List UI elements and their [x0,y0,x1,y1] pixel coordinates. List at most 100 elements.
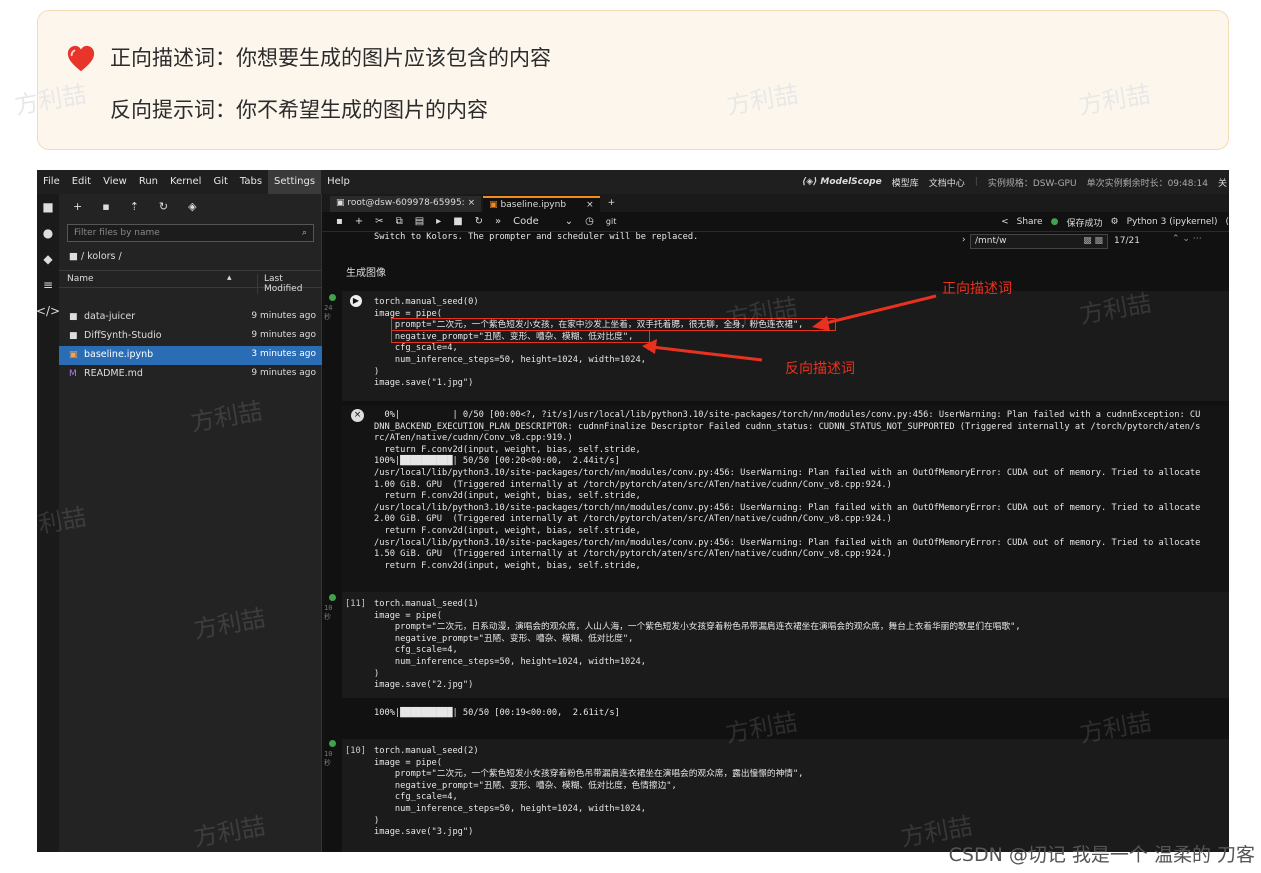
fast-forward-icon[interactable]: » [495,216,501,227]
file-name: baseline.ipynb [84,349,154,360]
execution-count: [10] [345,746,366,756]
output-area-1: × 0%| | 0/50 [00:00<?, ?it/s]/usr/local/… [342,406,1229,598]
add-cell-icon[interactable]: + [355,216,363,227]
refresh-icon[interactable]: ↻ [159,200,168,213]
find-bar: › /mnt/w ▩ ▩ 17/21 ⌃ ⌄ ⋯ [962,234,1214,251]
tab-terminal[interactable]: ▣ root@dsw-609978-65995: × [330,196,482,212]
saved-check-icon: ● [1050,217,1059,227]
folder-icon: ■ [69,312,78,322]
modelscope-icon: ⟨◈⟩ [802,177,818,187]
regex-icon[interactable]: ▩ ▩ [1083,235,1103,248]
menu-view[interactable]: View [97,170,133,194]
menu-run[interactable]: Run [133,170,164,194]
tip-line-negative: 反向提示词：你不希望生成的图片的内容 [110,98,488,122]
copy-icon[interactable]: ⧉ [396,216,403,227]
instance-spec: 实例规格：DSW-GPU [987,178,1077,189]
git-label[interactable]: git [606,217,616,226]
file-row-readme[interactable]: M README.md 9 minutes ago [59,365,322,384]
sort-arrow-icon: ▴ [227,273,232,283]
tab-label: root@dsw-609978-65995: [347,198,465,208]
find-nav[interactable]: ⌃ ⌄ ⋯ [1172,234,1202,244]
execution-count: [11] [345,599,366,609]
breadcrumb[interactable]: ■ / kolors / [69,251,122,262]
stop-icon[interactable]: ■ [453,216,462,227]
filter-placeholder: Filter files by name [74,228,160,238]
run-cell-icon[interactable]: ▶ [350,295,362,307]
restart-icon[interactable]: ↻ [475,216,483,227]
git-icon[interactable]: ◆ [37,246,59,272]
cell-output: 0%| | 0/50 [00:00<?, ?it/s]/usr/local/li… [374,410,1201,571]
code-cell-3[interactable]: [10] torch.manual_seed(2) image = pipe( … [342,739,1229,852]
cell-timer: 10 秒 [324,604,333,621]
heart-icon [67,45,95,72]
menu-settings[interactable]: Settings [268,170,322,194]
clear-output-icon[interactable]: × [351,409,364,422]
column-last-modified[interactable]: Last Modified [257,274,322,294]
file-filter-input[interactable]: Filter files by name ⌕ [67,224,314,242]
modelscope-logo[interactable]: ⟨◈⟩ ModelScope [802,177,882,187]
menu-edit[interactable]: Edit [66,170,97,194]
running-icon[interactable]: ● [37,220,59,246]
file-row-diffsynth[interactable]: ■ DiffSynth-Studio 9 minutes ago [59,327,322,346]
brand-label: ModelScope [820,177,882,187]
run-icon[interactable]: ▸ [436,216,441,227]
kernel-name[interactable]: Python 3 (ipykernel) [1127,217,1218,227]
find-input[interactable]: /mnt/w ▩ ▩ [970,234,1108,249]
new-launcher-icon[interactable]: + [73,200,82,213]
code-cell-2[interactable]: [11] torch.manual_seed(1) image = pipe( … [342,592,1229,698]
success-icon [329,294,336,301]
close-icon[interactable]: × [468,198,476,208]
file-toolbar: + ▪ ⇡ ↻ ◈ [59,194,321,218]
file-browser: + ▪ ⇡ ↻ ◈ Filter files by name ⌕ ■ / kol… [59,194,322,852]
expand-icon[interactable]: › [962,235,966,245]
menu-file[interactable]: File [37,170,66,194]
link-docs[interactable]: 文档中心 [929,176,965,189]
success-icon [329,740,336,747]
cell-code[interactable]: torch.manual_seed(1) image = pipe( promp… [374,599,1021,692]
file-modified: 9 minutes ago [251,330,316,340]
save-icon[interactable]: ▪ [336,216,343,227]
jupyterlab-window: File Edit View Run Kernel Git Tabs Setti… [37,170,1229,852]
toolbar-right: < Share ● 保存成功 ⚙ Python 3 (ipykernel) ( [1001,212,1229,232]
cell-code[interactable]: torch.manual_seed(0) image = pipe( promp… [374,297,803,390]
cut-icon[interactable]: ✂ [375,216,383,227]
file-name: data-juicer [84,311,136,322]
clock-icon[interactable]: ◷ [585,216,594,227]
new-tab-button[interactable]: + [601,196,622,212]
upload-icon[interactable]: ⇡ [130,200,139,213]
close-icon[interactable]: × [586,200,594,210]
new-folder-icon[interactable]: ▪ [102,200,109,213]
code-icon[interactable]: </> [37,298,60,324]
file-row-baseline[interactable]: ▣ baseline.ipynb 3 minutes ago [59,346,322,365]
find-value: /mnt/w [975,236,1007,246]
file-modified: 9 minutes ago [251,311,316,321]
tab-bar: ▣ root@dsw-609978-65995: × ▣ baseline.ip… [322,194,1229,212]
cell-type-select[interactable]: Code [513,216,539,227]
markdown-icon: M [69,369,77,379]
tab-notebook[interactable]: ▣ baseline.ipynb × [483,196,600,212]
menu-tabs[interactable]: Tabs [234,170,268,194]
share-button[interactable]: Share [1017,217,1043,227]
link-models[interactable]: 模型库 [892,176,919,189]
file-modified: 9 minutes ago [251,368,316,378]
gear-icon[interactable]: ⚙ [1110,217,1118,227]
menu-git[interactable]: Git [207,170,233,194]
annotation-positive: 正向描述词 [942,281,1012,297]
folder-icon: ■ [69,331,78,341]
code-cell-1[interactable]: ▶ torch.manual_seed(0) image = pipe( pro… [342,291,1229,401]
menu-help[interactable]: Help [321,170,356,194]
folder-icon[interactable]: ■ [37,194,59,220]
column-name[interactable]: Name [67,274,94,284]
toc-icon[interactable]: ≡ [37,272,59,298]
menu-kernel[interactable]: Kernel [164,170,207,194]
file-row-data-juicer[interactable]: ■ data-juicer 9 minutes ago [59,308,322,327]
chevron-down-icon[interactable]: ⌄ [565,216,573,227]
paste-icon[interactable]: ▤ [415,216,424,227]
annotation-negative: 反向描述词 [785,361,855,377]
left-icon-bar: ■ ● ◆ ≡ </> [37,194,60,852]
menu-cut-label[interactable]: 关 [1218,176,1229,189]
cell-output: 100%|██████████| 50/50 [00:19<00:00, 2.6… [374,708,620,718]
git-clone-icon[interactable]: ◈ [188,200,196,213]
find-count: 17/21 [1114,236,1140,246]
cell-code[interactable]: torch.manual_seed(2) image = pipe( promp… [374,746,803,839]
